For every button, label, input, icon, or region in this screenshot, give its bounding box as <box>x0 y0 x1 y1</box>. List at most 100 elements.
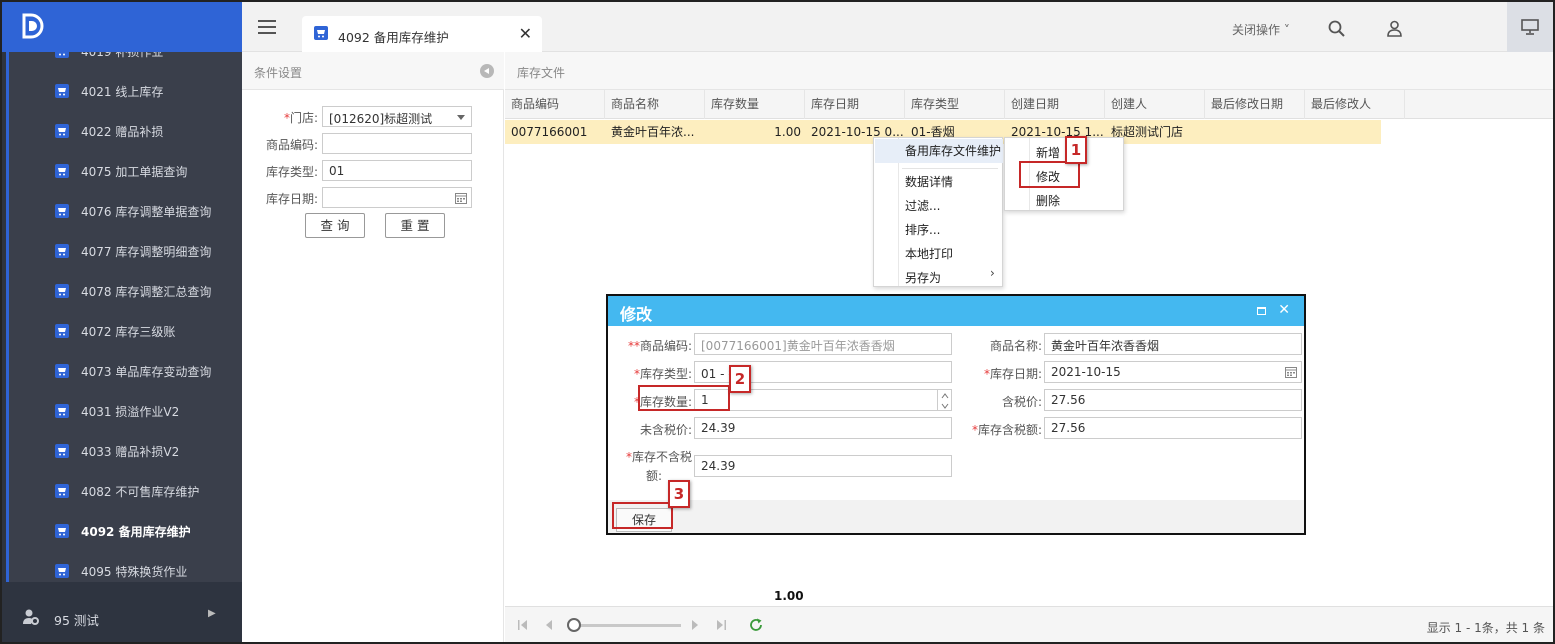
ctx-item-sort[interactable]: 排序... <box>905 221 940 238</box>
user-icon[interactable] <box>1386 20 1403 37</box>
first-page-icon[interactable] <box>517 619 529 631</box>
sidebar-item[interactable]: 4033 赠品补损V2 <box>9 431 242 471</box>
maximize-icon[interactable] <box>1257 307 1266 315</box>
dialog-title-bar[interactable]: 修改 ✕ <box>608 296 1304 326</box>
sidebar-item[interactable]: 4022 赠品补损 <box>9 111 242 151</box>
dlg-notax-amount-label: *库存不含税 <box>625 450 692 464</box>
sidebar-item[interactable]: 4031 损溢作业V2 <box>9 391 242 431</box>
column-header[interactable]: 创建人 <box>1105 90 1205 119</box>
close-icon[interactable]: ✕ <box>519 24 532 43</box>
sidebar-item-label: 4021 线上库存 <box>81 85 164 99</box>
search-icon[interactable] <box>1328 20 1345 37</box>
stock-type-input[interactable]: 01 <box>322 160 472 181</box>
grid-panel-header: 库存文件 <box>505 52 1553 90</box>
sidebar-group-test[interactable]: 95 测试 ▶ <box>2 584 242 642</box>
column-header[interactable]: 创建日期 <box>1005 90 1105 119</box>
sidebar-item-label: 4031 损溢作业V2 <box>81 405 180 419</box>
tab-4092[interactable]: 4092 备用库存维护 ✕ <box>302 16 542 52</box>
submenu-item-add[interactable]: 新增 <box>1036 144 1060 161</box>
column-header[interactable]: 最后修改人 <box>1305 90 1405 119</box>
sidebar-item[interactable]: 4076 库存调整单据查询 <box>9 191 242 231</box>
cart-icon <box>55 244 69 258</box>
table-cell: 0077166001 <box>511 125 588 139</box>
dlg-name-field[interactable]: 黄金叶百年浓香香烟 <box>1044 333 1302 355</box>
sidebar-item[interactable]: 4019 补损作业 <box>9 52 242 71</box>
page-slider-handle[interactable] <box>567 618 581 632</box>
column-header[interactable]: 库存数量 <box>705 90 805 119</box>
ctx-item-print[interactable]: 本地打印 <box>905 245 953 262</box>
ctx-item-save-as[interactable]: 另存为 <box>905 269 941 286</box>
dlg-notax-price-label: 未含税价: <box>639 423 692 437</box>
sidebar-item[interactable]: 4078 库存调整汇总查询 <box>9 271 242 311</box>
ctx-item-backup-maintenance[interactable]: 备用库存文件维护 <box>875 139 1003 163</box>
next-page-icon[interactable] <box>689 619 701 631</box>
stepper-down-icon[interactable] <box>937 400 951 410</box>
sidebar-item[interactable]: 4021 线上库存 <box>9 71 242 111</box>
dialog-title: 修改 <box>620 305 653 324</box>
sidebar-item-label: 4095 特殊换货作业 <box>81 565 188 579</box>
reset-button[interactable]: 重 置 <box>385 213 445 238</box>
cart-icon <box>314 26 328 40</box>
monitor-button[interactable] <box>1507 2 1553 52</box>
hamburger-menu-icon[interactable] <box>258 20 276 34</box>
sidebar-item-label: 4073 单品库存变动查询 <box>81 365 212 379</box>
table-cell <box>1205 120 1305 144</box>
refresh-icon[interactable] <box>749 618 763 632</box>
sidebar-item[interactable]: 4077 库存调整明细查询 <box>9 231 242 271</box>
column-header[interactable]: 最后修改日期 <box>1205 90 1305 119</box>
sidebar-menu-list: 4019 补损作业 4021 线上库存 4022 赠品补损 4075 加工单据查询 40… <box>6 52 242 582</box>
annotation-box-save <box>612 502 673 529</box>
annotation-label-1: 1 <box>1065 136 1087 164</box>
calendar-icon[interactable] <box>1285 366 1297 378</box>
table-cell: 黄金叶百年浓... <box>611 125 695 139</box>
dlg-notax-price-field[interactable]: 24.39 <box>694 417 952 439</box>
cart-icon <box>55 364 69 378</box>
sidebar-item-label: 4082 不可售库存维护 <box>81 485 200 499</box>
dlg-date-field[interactable]: 2021-10-15 <box>1044 361 1302 383</box>
cart-icon <box>55 164 69 178</box>
table-cell <box>1305 120 1405 144</box>
dlg-tax-price-field[interactable]: 27.56 <box>1044 389 1302 411</box>
sidebar-item[interactable]: 4092 备用库存维护 <box>9 511 242 551</box>
sidebar-item[interactable]: 4082 不可售库存维护 <box>9 471 242 511</box>
close-icon[interactable]: ✕ <box>1278 302 1290 318</box>
sidebar-group-label: 95 测试 <box>54 613 99 628</box>
condition-panel-header: 条件设置 <box>242 52 504 90</box>
column-header[interactable]: 库存日期 <box>805 90 905 119</box>
pager-info: 显示 1 - 1条，共 1 条 <box>1426 621 1545 635</box>
cart-icon <box>55 204 69 218</box>
stock-date-input[interactable] <box>322 187 472 208</box>
prev-page-icon[interactable] <box>543 619 555 631</box>
store-label: *门店: <box>283 111 318 125</box>
cart-icon <box>55 564 69 578</box>
dlg-tax-amount-field[interactable]: 27.56 <box>1044 417 1302 439</box>
sidebar-item[interactable]: 4073 单品库存变动查询 <box>9 351 242 391</box>
column-header[interactable]: 商品名称 <box>605 90 705 119</box>
sidebar-item[interactable]: 4075 加工单据查询 <box>9 151 242 191</box>
dlg-tax-amount-label: *库存含税额: <box>971 423 1042 437</box>
close-operations-dropdown[interactable]: 关闭操作 ˅ <box>1232 21 1290 38</box>
qty-sum-total: 1.00 <box>774 589 804 603</box>
dlg-name-label: 商品名称: <box>989 339 1042 353</box>
submenu-item-delete[interactable]: 删除 <box>1036 192 1060 209</box>
calendar-icon[interactable] <box>455 192 467 204</box>
store-select[interactable]: [012620]标超测试 <box>322 106 472 127</box>
collapse-left-icon[interactable] <box>480 64 494 78</box>
ctx-item-filter[interactable]: 过滤... <box>905 197 940 214</box>
column-header[interactable]: 库存类型 <box>905 90 1005 119</box>
last-page-icon[interactable] <box>715 619 727 631</box>
grid-panel-title: 库存文件 <box>517 66 566 80</box>
dlg-code-label: **商品编码: <box>627 339 692 353</box>
sidebar-item-label: 4076 库存调整单据查询 <box>81 205 212 219</box>
query-button[interactable]: 查 询 <box>305 213 365 238</box>
sidebar-item[interactable]: 4072 库存三级账 <box>9 311 242 351</box>
sidebar-item[interactable]: 4095 特殊换货作业 <box>9 551 242 582</box>
menu-divider <box>902 168 998 169</box>
table-cell: 1.00 <box>774 125 801 139</box>
dlg-notax-amount-field[interactable]: 24.39 <box>694 455 952 477</box>
ctx-item-details[interactable]: 数据详情 <box>905 173 953 190</box>
stepper-up-icon[interactable] <box>937 390 951 400</box>
column-header[interactable]: 商品编码 <box>505 90 605 119</box>
page-slider-track[interactable] <box>569 624 681 627</box>
product-code-input[interactable] <box>322 133 472 154</box>
